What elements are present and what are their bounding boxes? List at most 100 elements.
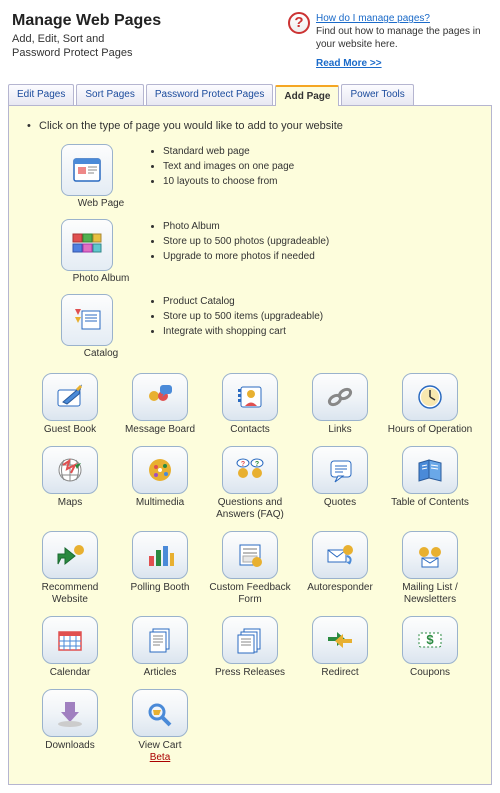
- tab-bar: Edit PagesSort PagesPassword Protect Pag…: [8, 84, 492, 106]
- quotes-icon[interactable]: [312, 446, 368, 494]
- mailing-icon[interactable]: [402, 531, 458, 579]
- guest-book-icon[interactable]: [42, 373, 98, 421]
- beta-label: Beta: [117, 752, 203, 764]
- page-type-toc: Table of Contents: [387, 446, 473, 521]
- view-cart-icon[interactable]: [132, 689, 188, 737]
- featured-bullet: Photo Album: [163, 219, 329, 234]
- page-type-label: Mailing List / Newsletters: [387, 582, 473, 606]
- coupons-icon[interactable]: $: [402, 616, 458, 664]
- page-type-faq: ?? Questions and Answers (FAQ): [207, 446, 293, 521]
- photo-album-icon[interactable]: [61, 219, 113, 271]
- page-type-label: Downloads: [27, 740, 113, 752]
- page-type-label: Articles: [117, 667, 203, 679]
- page-type-label: Custom Feedback Form: [207, 582, 293, 606]
- contacts-icon[interactable]: [222, 373, 278, 421]
- page-type-guest-book: Guest Book: [27, 373, 113, 436]
- recommend-icon[interactable]: [42, 531, 98, 579]
- featured-bullet: Text and images on one page: [163, 159, 294, 174]
- featured-bullet: 10 layouts to choose from: [163, 174, 294, 189]
- tab-power-tools[interactable]: Power Tools: [341, 84, 413, 105]
- autoresponder-icon[interactable]: [312, 531, 368, 579]
- articles-icon[interactable]: [132, 616, 188, 664]
- featured-section: Web Page Standard web pageText and images…: [21, 144, 479, 359]
- page-title: Manage Web Pages: [12, 12, 161, 30]
- feedback-icon[interactable]: [222, 531, 278, 579]
- page-type-maps: Maps: [27, 446, 113, 521]
- downloads-icon[interactable]: [42, 689, 98, 737]
- press-icon[interactable]: [222, 616, 278, 664]
- featured-bullet: Store up to 500 items (upgradeable): [163, 309, 323, 324]
- page-type-label: Redirect: [297, 667, 383, 679]
- page-type-label: Polling Booth: [117, 582, 203, 594]
- page-type-label: Autoresponder: [297, 582, 383, 594]
- page-type-recommend: Recommend Website: [27, 531, 113, 606]
- featured-bullet: Standard web page: [163, 144, 294, 159]
- web-page-icon[interactable]: [61, 144, 113, 196]
- help-link[interactable]: How do I manage pages?: [316, 13, 430, 24]
- read-more-link[interactable]: Read More >>: [316, 57, 382, 70]
- page-type-coupons: $Coupons: [387, 616, 473, 679]
- featured-bullet: Integrate with shopping cart: [163, 324, 323, 339]
- tab-password-protect-pages[interactable]: Password Protect Pages: [146, 84, 274, 105]
- page-type-articles: Articles: [117, 616, 203, 679]
- page-type-feedback: Custom Feedback Form: [207, 531, 293, 606]
- featured-label: Web Page: [61, 198, 141, 209]
- maps-icon[interactable]: [42, 446, 98, 494]
- help-icon: ?: [288, 12, 310, 34]
- header-left: Manage Web Pages Add, Edit, Sort and Pas…: [12, 12, 161, 70]
- page-header: Manage Web Pages Add, Edit, Sort and Pas…: [0, 0, 500, 78]
- page-type-grid: Guest Book Message Board Contacts Links Hour…: [27, 373, 473, 764]
- page-type-press: Press Releases: [207, 616, 293, 679]
- featured-bullet: Product Catalog: [163, 294, 323, 309]
- instruction-text: Click on the type of page you would like…: [39, 120, 479, 132]
- page-subtitle-1: Add, Edit, Sort and: [12, 32, 161, 46]
- page-type-downloads: Downloads: [27, 689, 113, 764]
- featured-row-catalog: CatalogProduct CatalogStore up to 500 it…: [61, 294, 479, 359]
- featured-bullet: Upgrade to more photos if needed: [163, 249, 329, 264]
- page-type-contacts: Contacts: [207, 373, 293, 436]
- multimedia-icon[interactable]: [132, 446, 188, 494]
- svg-text:?: ?: [255, 461, 259, 468]
- links-icon[interactable]: [312, 373, 368, 421]
- page-type-label: Recommend Website: [27, 582, 113, 606]
- page-type-label: Maps: [27, 497, 113, 509]
- tab-content: Click on the type of page you would like…: [8, 106, 492, 785]
- featured-bullets: Product CatalogStore up to 500 items (up…: [163, 294, 323, 339]
- page-type-links: Links: [297, 373, 383, 436]
- page-type-view-cart: View CartBeta: [117, 689, 203, 764]
- page-type-label: Multimedia: [117, 497, 203, 509]
- page-type-quotes: Quotes: [297, 446, 383, 521]
- page-type-calendar: Calendar: [27, 616, 113, 679]
- page-type-polling: Polling Booth: [117, 531, 203, 606]
- message-board-icon[interactable]: [132, 373, 188, 421]
- page-type-label: Press Releases: [207, 667, 293, 679]
- calendar-icon[interactable]: [42, 616, 98, 664]
- tab-edit-pages[interactable]: Edit Pages: [8, 84, 74, 105]
- page-type-label: Links: [297, 424, 383, 436]
- redirect-icon[interactable]: [312, 616, 368, 664]
- featured-row-photo-album: Photo AlbumPhoto AlbumStore up to 500 ph…: [61, 219, 479, 284]
- hours-icon[interactable]: [402, 373, 458, 421]
- page-type-hours: Hours of Operation: [387, 373, 473, 436]
- page-type-multimedia: Multimedia: [117, 446, 203, 521]
- page-type-label: Questions and Answers (FAQ): [207, 497, 293, 521]
- header-help: ? How do I manage pages? Find out how to…: [288, 12, 488, 70]
- help-description: Find out how to manage the pages in your…: [316, 26, 481, 50]
- svg-text:?: ?: [241, 461, 245, 468]
- faq-icon[interactable]: ??: [222, 446, 278, 494]
- page-type-label: Guest Book: [27, 424, 113, 436]
- featured-label: Photo Album: [61, 273, 141, 284]
- featured-bullet: Store up to 500 photos (upgradeable): [163, 234, 329, 249]
- polling-icon[interactable]: [132, 531, 188, 579]
- toc-icon[interactable]: [402, 446, 458, 494]
- page-type-label: Quotes: [297, 497, 383, 509]
- page-type-mailing: Mailing List / Newsletters: [387, 531, 473, 606]
- page-type-autoresponder: Autoresponder: [297, 531, 383, 606]
- help-text: How do I manage pages? Find out how to m…: [316, 12, 488, 70]
- page-type-message-board: Message Board: [117, 373, 203, 436]
- tab-sort-pages[interactable]: Sort Pages: [76, 84, 143, 105]
- catalog-icon[interactable]: [61, 294, 113, 346]
- tab-add-page[interactable]: Add Page: [275, 85, 339, 106]
- page-type-label: Message Board: [117, 424, 203, 436]
- featured-row-web-page: Web Page Standard web pageText and images…: [61, 144, 479, 209]
